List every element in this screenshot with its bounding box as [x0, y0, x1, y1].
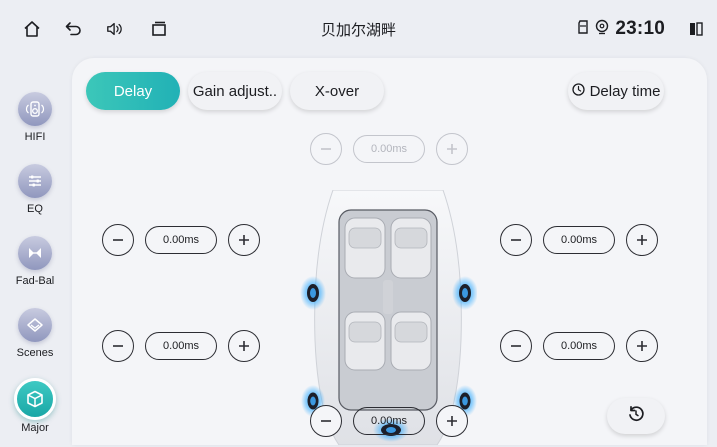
speaker-front-right — [452, 276, 478, 310]
increase-button[interactable] — [228, 224, 260, 256]
decrease-button[interactable] — [500, 330, 532, 362]
delay-time-label: Delay time — [589, 82, 661, 100]
delay-control-front-left: 0.00ms — [102, 224, 260, 256]
sd-card-icon — [577, 19, 589, 40]
delay-control-rear-right: 0.00ms — [500, 330, 658, 362]
sidebar-item-label: Major — [21, 422, 49, 434]
restore-default-button[interactable] — [607, 398, 665, 434]
cube-icon — [14, 378, 56, 420]
sidebar-item-label: HIFI — [24, 131, 46, 143]
tab-x-over[interactable]: X-over — [290, 72, 384, 110]
clock-time: 23:10 — [615, 18, 665, 39]
equalizer-icon — [18, 164, 52, 198]
delay-control-front-right: 0.00ms — [500, 224, 658, 256]
delay-value-center: 0.00ms — [353, 135, 425, 163]
status-bar: 贝加尔湖畔 23:10 — [0, 0, 717, 56]
sidebar: HIFI EQ Fad-Bal Scenes Major — [0, 56, 72, 447]
decrease-button[interactable] — [310, 133, 342, 165]
scenes-icon — [18, 308, 52, 342]
split-screen-icon[interactable] — [688, 20, 704, 38]
decrease-button[interactable] — [310, 405, 342, 437]
delay-value-front-right: 0.00ms — [543, 226, 615, 254]
increase-button[interactable] — [626, 224, 658, 256]
increase-button[interactable] — [228, 330, 260, 362]
tab-gain-adjust[interactable]: Gain adjust.. — [188, 72, 282, 110]
delay-control-subwoofer: 0.00ms — [310, 405, 468, 437]
increase-button[interactable] — [436, 133, 468, 165]
clock-icon — [571, 82, 585, 100]
speaker-icon — [18, 92, 52, 126]
speaker-front-left — [300, 276, 326, 310]
fader-balance-icon — [18, 236, 52, 270]
sidebar-item-fad-bal[interactable]: Fad-Bal — [0, 236, 70, 287]
sidebar-item-scenes[interactable]: Scenes — [0, 308, 70, 359]
main-panel: Delay Gain adjust.. X-over Delay time 0.… — [72, 58, 707, 446]
increase-button[interactable] — [436, 405, 468, 437]
sidebar-item-major[interactable]: Major — [0, 378, 70, 434]
increase-button[interactable] — [626, 330, 658, 362]
delay-time-button[interactable]: Delay time — [568, 72, 664, 110]
sidebar-item-label: EQ — [27, 203, 43, 215]
delay-value-front-left: 0.00ms — [145, 226, 217, 254]
delay-control-rear-left: 0.00ms — [102, 330, 260, 362]
delay-value-rear-left: 0.00ms — [145, 332, 217, 360]
decrease-button[interactable] — [102, 330, 134, 362]
sidebar-item-hifi[interactable]: HIFI — [0, 92, 70, 143]
delay-value-subwoofer: 0.00ms — [353, 407, 425, 435]
sidebar-item-label: Scenes — [16, 347, 54, 359]
location-icon — [595, 19, 609, 40]
delay-control-center: 0.00ms — [310, 133, 468, 165]
decrease-button[interactable] — [102, 224, 134, 256]
delay-value-rear-right: 0.00ms — [543, 332, 615, 360]
sidebar-item-label: Fad-Bal — [15, 275, 55, 287]
sidebar-item-eq[interactable]: EQ — [0, 164, 70, 215]
status-indicators: 23:10 — [577, 18, 665, 40]
restore-icon — [627, 405, 645, 428]
tab-delay[interactable]: Delay — [86, 72, 180, 110]
decrease-button[interactable] — [500, 224, 532, 256]
